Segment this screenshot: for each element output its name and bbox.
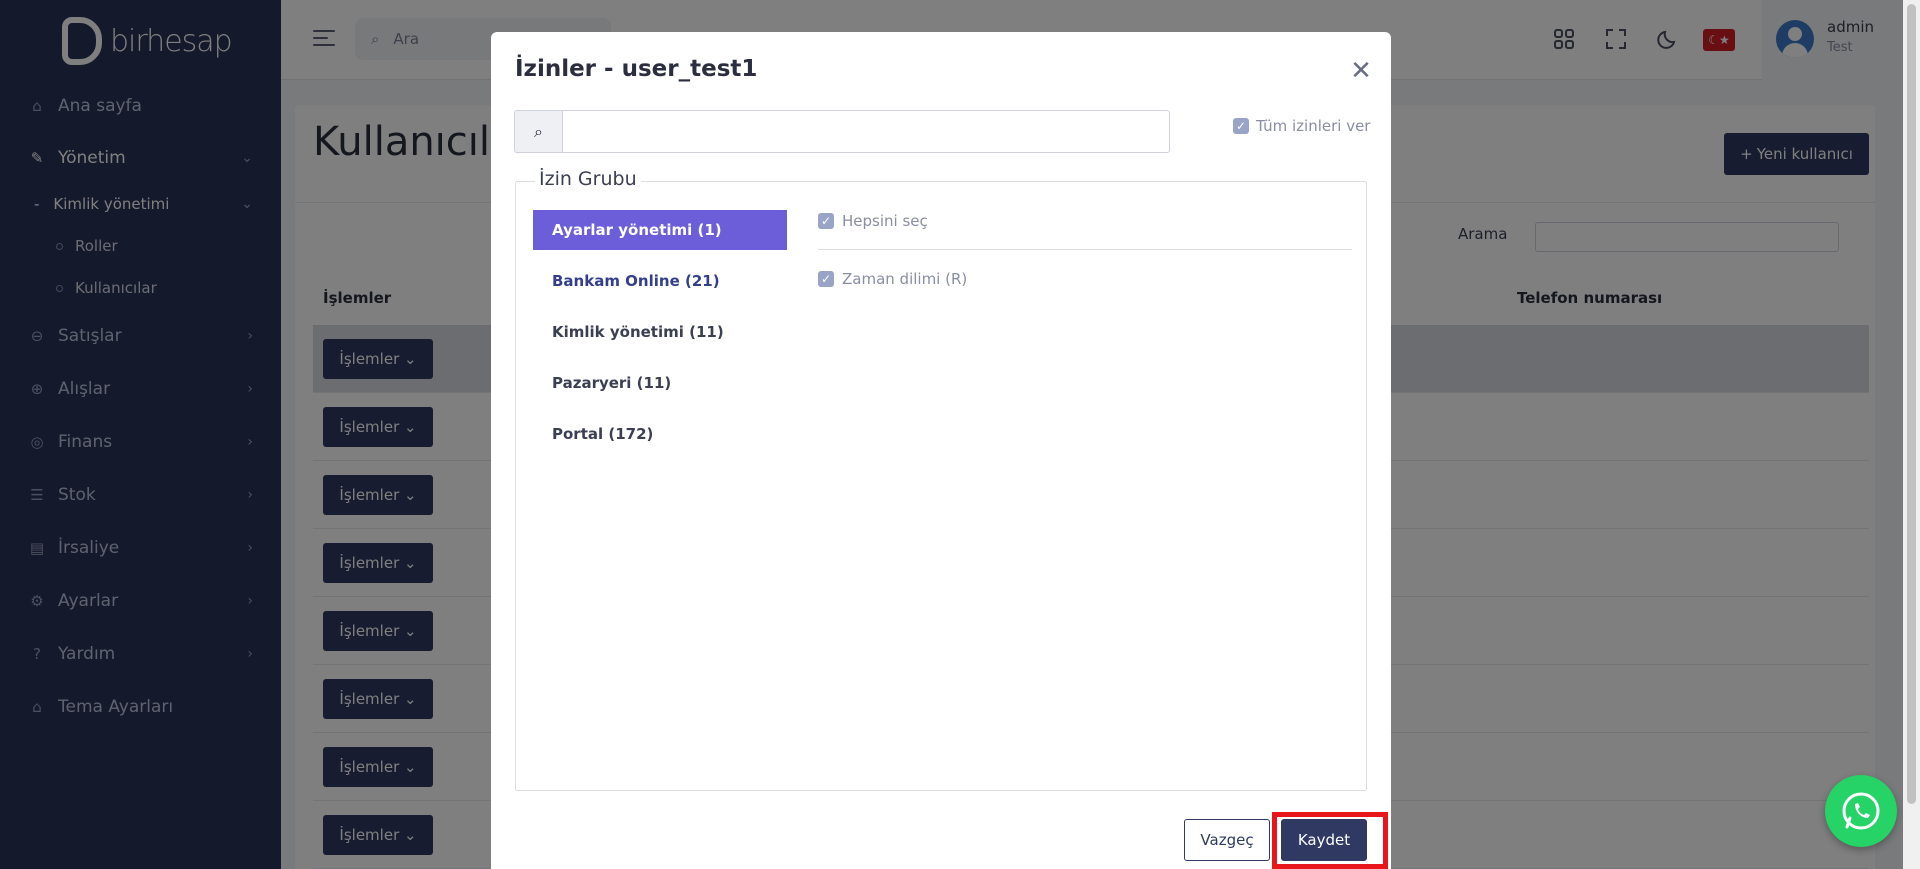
page-scrollbar[interactable]: [1903, 0, 1920, 869]
close-icon[interactable]: ✕: [1348, 58, 1374, 84]
permission-group-identity-management[interactable]: Kimlik yönetimi (11): [533, 312, 787, 352]
permission-group-settings-management[interactable]: Ayarlar yönetimi (1): [533, 210, 787, 250]
permission-search-input[interactable]: [562, 110, 1170, 153]
permission-group-legend: İzin Grubu: [535, 168, 641, 190]
save-button[interactable]: Kaydet: [1281, 819, 1367, 861]
permission-search: ⌕: [514, 110, 1170, 153]
cancel-button[interactable]: Vazgeç: [1184, 819, 1270, 861]
select-all-label: Hepsini seç: [842, 212, 928, 230]
select-all-checkbox[interactable]: ✓ Hepsini seç: [818, 212, 928, 230]
permission-label: Zaman dilimi (R): [842, 270, 968, 288]
permissions-modal: İzinler - user_test1 ✕ ⌕ ✓ Tüm izinleri …: [491, 32, 1391, 869]
scrollbar-thumb[interactable]: [1907, 4, 1916, 804]
checkbox-checked-icon: ✓: [818, 213, 834, 229]
permission-group-portal[interactable]: Portal (172): [533, 414, 787, 454]
grant-all-label: Tüm izinleri ver: [1256, 117, 1371, 135]
checkbox-checked-icon: ✓: [818, 271, 834, 287]
permission-group-bankam-online[interactable]: Bankam Online (21): [533, 261, 787, 301]
search-icon[interactable]: ⌕: [514, 110, 562, 153]
whatsapp-icon: [1842, 792, 1880, 830]
whatsapp-chat-button[interactable]: [1825, 775, 1897, 847]
checkbox-checked-icon: ✓: [1233, 118, 1249, 134]
permission-group-marketplace[interactable]: Pazaryeri (11): [533, 363, 787, 403]
permission-checkbox-timezone[interactable]: ✓ Zaman dilimi (R): [818, 270, 967, 288]
divider: [818, 249, 1352, 250]
modal-title: İzinler - user_test1: [515, 56, 758, 82]
grant-all-permissions-checkbox[interactable]: ✓ Tüm izinleri ver: [1233, 117, 1370, 135]
